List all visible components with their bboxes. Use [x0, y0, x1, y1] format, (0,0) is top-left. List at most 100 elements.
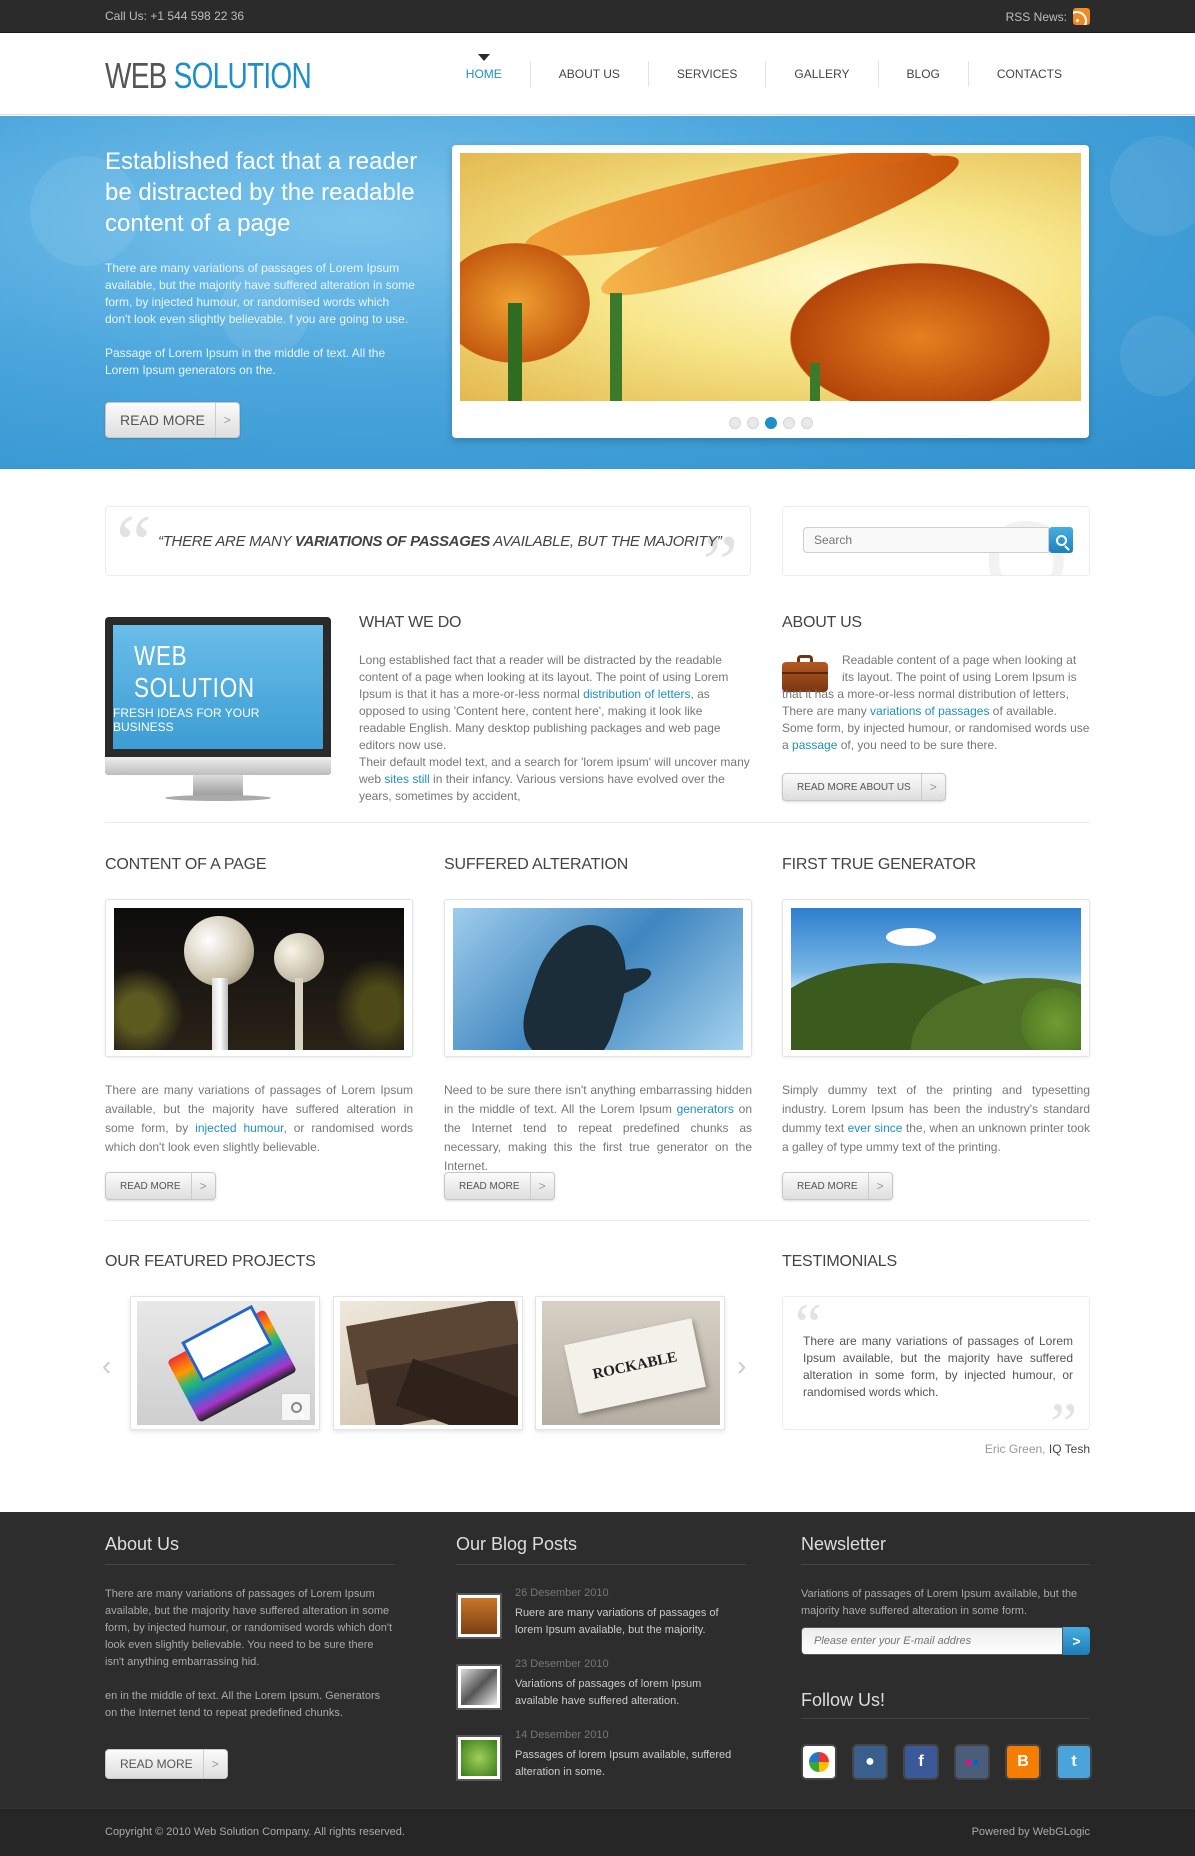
blog-thumb-3: [456, 1735, 502, 1781]
generators-link[interactable]: generators: [677, 1102, 734, 1116]
slider-dot-5[interactable]: [800, 417, 813, 429]
column-2-text: Need to be sure there isn't anything emb…: [444, 1083, 753, 1173]
carousel-next-icon[interactable]: ›: [737, 1350, 746, 1382]
email-input[interactable]: [801, 1627, 1063, 1655]
footer-line: [456, 1564, 746, 1565]
blog-thumb-1: [456, 1593, 502, 1639]
towers-photo: [114, 908, 404, 1050]
read-more-about-us-button[interactable]: READ MORE ABOUT US >: [782, 773, 946, 801]
footer-line: [801, 1718, 1090, 1719]
project-card-2[interactable]: [333, 1296, 523, 1430]
search-input[interactable]: [803, 527, 1049, 553]
search-button[interactable]: [1049, 527, 1073, 553]
blog-post-title: Variations of passages of lorem Ipsum av…: [515, 1678, 702, 1707]
petal: [790, 263, 1050, 401]
testimonial-text: There are many variations of passages of…: [803, 1334, 1073, 1399]
monitor-stand: [193, 775, 243, 797]
blog-post-date: 14 Desember 2010: [515, 1729, 609, 1741]
logo[interactable]: WEB SOLUTION: [105, 55, 312, 97]
hero-read-more-label: READ MORE: [120, 412, 205, 428]
nav-gallery[interactable]: GALLERY: [765, 61, 877, 87]
blog-post-title: Passages of lorem Ipsum available, suffe…: [515, 1749, 732, 1778]
passage-link[interactable]: passage: [792, 738, 837, 752]
top-bar: Call Us: +1 544 598 22 36 RSS News:: [0, 0, 1195, 33]
monitor-base: [165, 795, 271, 801]
injected-humour-link[interactable]: injected humour: [195, 1121, 283, 1135]
facebook-icon[interactable]: f: [903, 1744, 939, 1780]
thumb-towers[interactable]: [105, 899, 413, 1057]
twitter-icon[interactable]: t: [1056, 1744, 1092, 1780]
sites-still-link[interactable]: sites still: [384, 772, 429, 786]
tower-sphere: [184, 916, 254, 986]
footer-newsletter-heading: Newsletter: [801, 1534, 887, 1554]
nav-blog[interactable]: BLOG: [877, 61, 968, 87]
about-us-paragraph: Readable content of a page when looking …: [782, 653, 1090, 752]
featured-projects-heading: OUR FEATURED PROJECTS: [105, 1253, 316, 1270]
project-card-3[interactable]: ROCKABLE: [535, 1296, 725, 1430]
carousel-prev-icon[interactable]: ‹: [102, 1350, 111, 1382]
site-header: WEB SOLUTION HOME ABOUT US SERVICES GALL…: [0, 33, 1195, 115]
bokeh: [1110, 136, 1195, 236]
ever-since-link[interactable]: ever since: [848, 1121, 903, 1135]
zoom-icon[interactable]: [281, 1393, 311, 1421]
nav-contacts[interactable]: CONTACTS: [967, 61, 1090, 87]
palm: [114, 968, 184, 1050]
blog-post-3[interactable]: 14 Desember 2010 Passages of lorem Ipsum…: [456, 1729, 746, 1789]
nav-home[interactable]: HOME: [438, 54, 530, 87]
slider-dot-1[interactable]: [728, 417, 741, 429]
blog-post-2[interactable]: 23 Desember 2010 Variations of passages …: [456, 1658, 746, 1718]
picasa-icon[interactable]: [801, 1744, 837, 1780]
chevron-right-icon: >: [920, 774, 945, 800]
thumb-shark[interactable]: [444, 899, 752, 1057]
variations-link[interactable]: variations of passages: [870, 704, 989, 718]
footer-read-more-button[interactable]: READ MORE >: [105, 1749, 228, 1779]
newsletter-submit-button[interactable]: >: [1063, 1627, 1090, 1655]
read-more-about-us-label: READ MORE ABOUT US: [797, 781, 911, 793]
project-card-1[interactable]: [130, 1296, 320, 1430]
hero-paragraph-1: There are many variations of passages of…: [105, 261, 415, 326]
image-slider: [452, 145, 1089, 438]
stem: [810, 363, 820, 401]
blog-post-1[interactable]: 26 Desember 2010 Ruere are many variatio…: [456, 1587, 746, 1647]
hero-read-more-button[interactable]: READ MORE >: [105, 402, 240, 438]
rss-label: RSS News:: [1005, 9, 1067, 24]
what-we-do-paragraph-2: Their default model text, and a search f…: [359, 755, 750, 803]
search-box: Q: [782, 506, 1090, 576]
bottom-bar: Copyright © 2010 Web Solution Company. A…: [0, 1808, 1195, 1856]
hero-title: Established fact that a reader be distra…: [105, 148, 418, 237]
slider-dot-4[interactable]: [782, 417, 795, 429]
footer-blog-heading: Our Blog Posts: [456, 1534, 578, 1554]
rss-news-link[interactable]: RSS News:: [1006, 8, 1090, 25]
stem: [508, 303, 522, 401]
nav-services[interactable]: SERVICES: [647, 61, 765, 87]
slider-dot-2[interactable]: [746, 417, 759, 429]
divider: [105, 1220, 1090, 1221]
footer-about-heading: About Us: [105, 1534, 180, 1554]
blog-post-date: 23 Desember 2010: [515, 1658, 609, 1670]
myspace-icon[interactable]: ●: [852, 1744, 888, 1780]
chevron-right-icon: >: [214, 403, 239, 437]
chevron-right-icon: >: [529, 1173, 554, 1199]
tower-shaft: [212, 978, 228, 1050]
column-3-heading: FIRST TRUE GENERATOR: [782, 856, 976, 873]
column-2-read-more-button[interactable]: READ MORE >: [444, 1172, 555, 1200]
testimonial-author: Eric Green, IQ Tesh: [984, 1442, 1090, 1456]
distribution-link[interactable]: distribution of letters: [583, 687, 690, 701]
nav-about-us[interactable]: ABOUT US: [529, 61, 648, 87]
blog-thumb-2: [456, 1664, 502, 1710]
column-1-read-more-button[interactable]: READ MORE >: [105, 1172, 216, 1200]
project-photo-brown-cards: [340, 1301, 518, 1425]
footer-read-more-label: READ MORE: [120, 1757, 193, 1771]
palm: [334, 958, 404, 1050]
flickr-icon[interactable]: ● ●: [954, 1744, 990, 1780]
thumb-hills[interactable]: [782, 899, 1090, 1057]
petal: [460, 243, 590, 363]
rss-icon[interactable]: [1073, 8, 1090, 25]
column-3-read-more-button[interactable]: READ MORE >: [782, 1172, 893, 1200]
blogger-icon[interactable]: B: [1005, 1744, 1041, 1780]
hero-paragraph-2: Passage of Lorem Ipsum in the middle of …: [105, 346, 386, 377]
nav-home-label: HOME: [465, 67, 502, 81]
slider-dot-3[interactable]: [764, 417, 777, 429]
read-more-label: READ MORE: [797, 1180, 858, 1192]
read-more-label: READ MORE: [459, 1180, 520, 1192]
